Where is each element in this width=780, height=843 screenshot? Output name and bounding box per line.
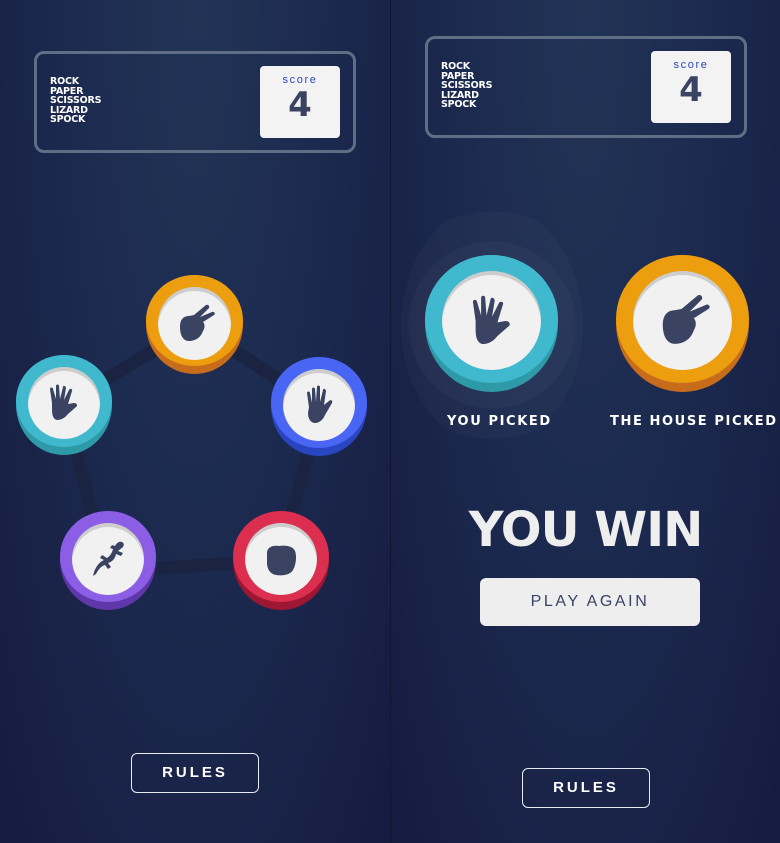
score-header: ROCK PAPER SCISSORS LIZARD SPOCK score 4 bbox=[425, 36, 747, 138]
rules-button[interactable]: RULES bbox=[131, 753, 259, 793]
house-picked-label: THE HOUSE PICKED bbox=[610, 414, 778, 429]
lizard-icon bbox=[93, 541, 124, 576]
you-picked-label: YOU PICKED bbox=[447, 414, 552, 429]
play-again-button[interactable]: PLAY AGAIN bbox=[480, 578, 700, 626]
choice-paper-button[interactable] bbox=[271, 357, 367, 456]
choose-screen: ROCK PAPER SCISSORS LIZARD SPOCK score 4 bbox=[0, 0, 390, 843]
paper-icon bbox=[307, 385, 333, 423]
game-logo: ROCK PAPER SCISSORS LIZARD SPOCK bbox=[441, 62, 492, 110]
score-value: 4 bbox=[679, 70, 703, 110]
spock-icon bbox=[50, 384, 78, 420]
rules-button[interactable]: RULES bbox=[522, 768, 650, 808]
scissors-icon bbox=[179, 304, 215, 341]
scissors-icon bbox=[662, 294, 710, 344]
result-screen: ROCK PAPER SCISSORS LIZARD SPOCK score 4… bbox=[391, 0, 780, 843]
choice-rock-button[interactable] bbox=[233, 511, 329, 610]
player-pick-spock bbox=[425, 255, 558, 392]
choice-lizard-button[interactable] bbox=[60, 511, 156, 610]
result-text: YOU WIN bbox=[468, 502, 704, 558]
score-box: score 4 bbox=[651, 51, 731, 123]
logo-line-spock: SPOCK bbox=[441, 99, 477, 110]
house-pick-scissors bbox=[616, 255, 749, 392]
rock-icon bbox=[267, 545, 297, 576]
spock-icon bbox=[472, 295, 510, 344]
choice-spock-button[interactable] bbox=[16, 355, 112, 455]
choice-scissors-button[interactable] bbox=[146, 275, 243, 374]
